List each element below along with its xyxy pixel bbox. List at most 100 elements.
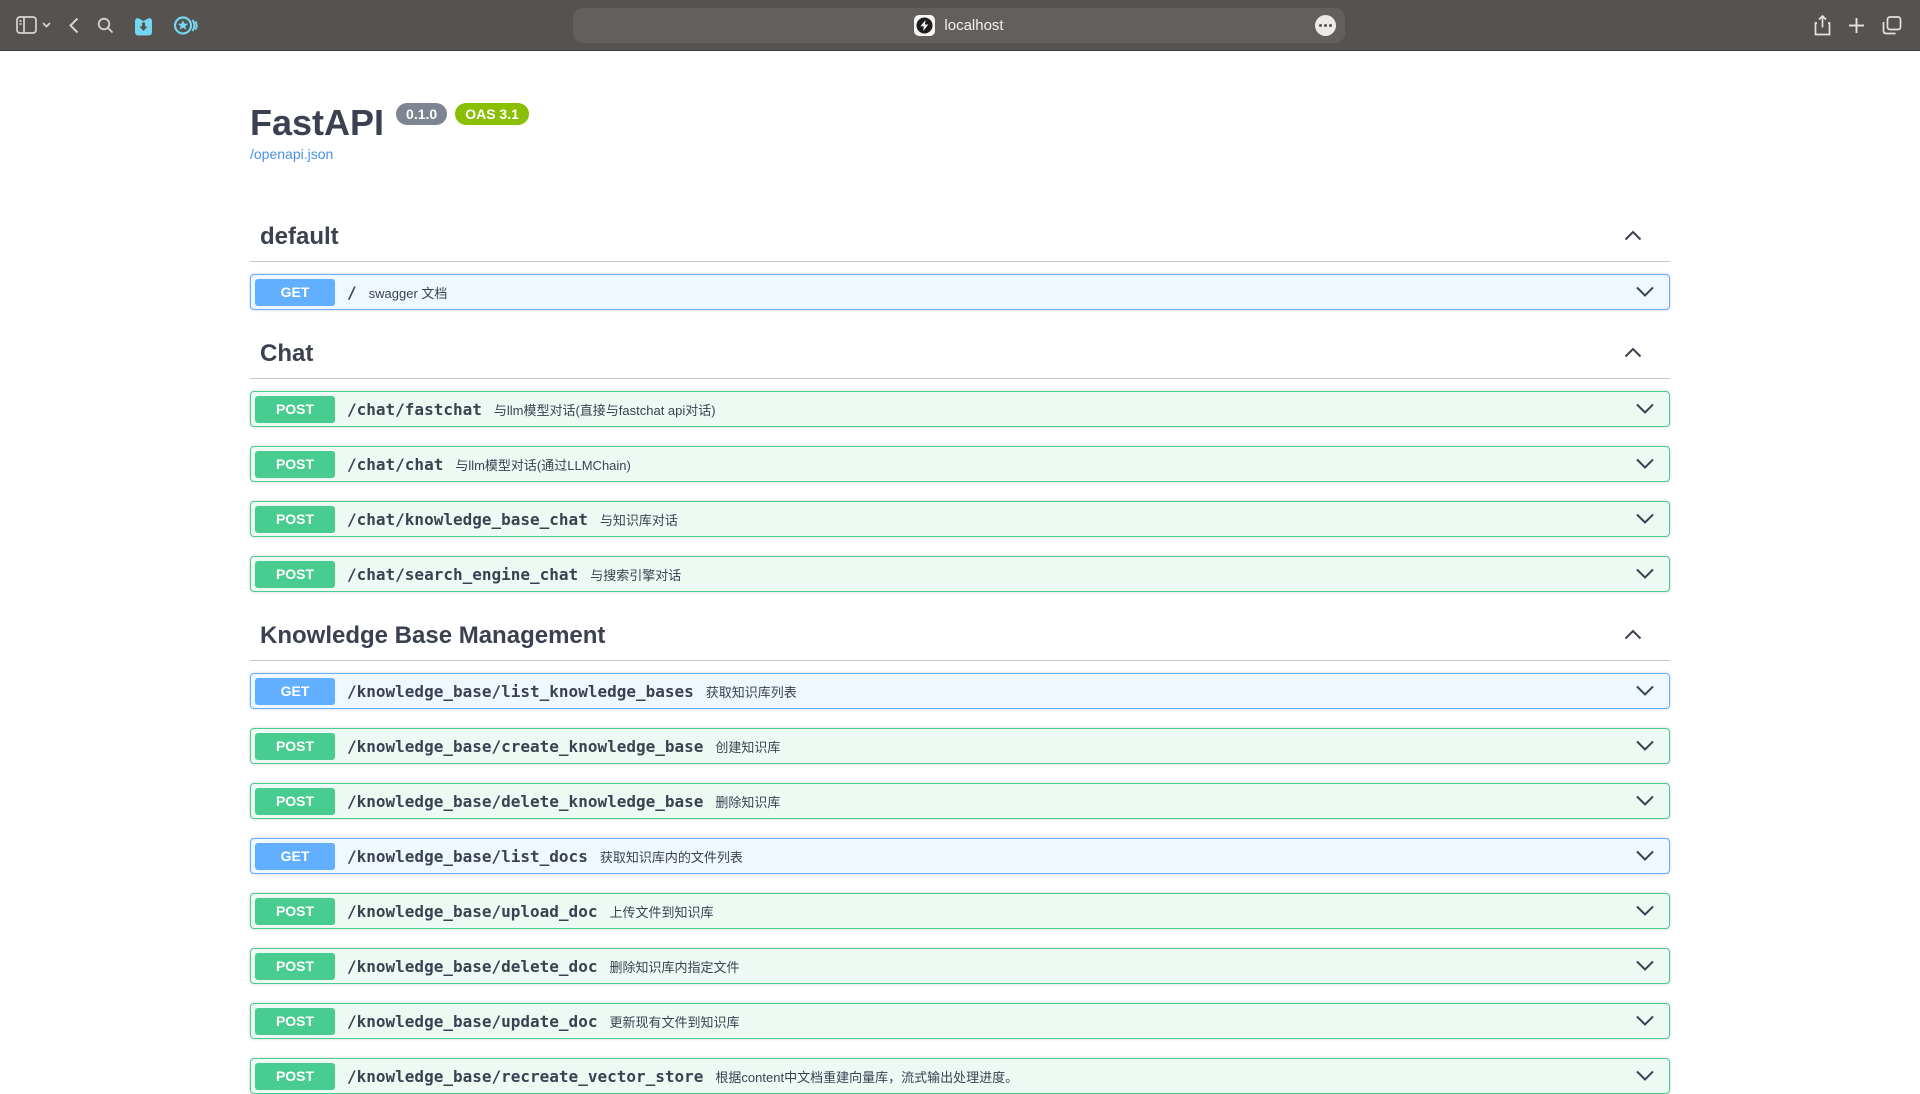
endpoint-description: 与搜索引擎对话 [590,565,681,584]
tag-section: Chat POST /chat/fastchat 与llm模型对话(直接与fas… [250,329,1670,592]
collapse-chevron-up-icon[interactable] [1624,627,1642,645]
expand-chevron-down-icon[interactable] [1635,1015,1655,1027]
endpoint-description: 根据content中文档重建向量库，流式输出处理进度。 [715,1067,1018,1086]
page-title: FastAPI 0.1.0 OAS 3.1 [250,101,1670,144]
section-header[interactable]: default [250,212,1670,262]
endpoint-description: 更新现有文件到知识库 [609,1012,739,1031]
endpoint-row[interactable]: POST /knowledge_base/recreate_vector_sto… [250,1058,1670,1094]
expand-chevron-down-icon[interactable] [1635,513,1655,525]
oas-badge: OAS 3.1 [455,103,529,125]
method-badge: POST [255,953,335,980]
method-badge: POST [255,561,335,588]
endpoint-description: 获取知识库内的文件列表 [600,847,743,866]
section-title: default [260,222,339,251]
endpoint-row[interactable]: POST /knowledge_base/delete_doc 删除知识库内指定… [250,948,1670,984]
sidebar-icon [16,16,37,34]
api-sections: default GET / swagger 文档 Chat [250,212,1670,1094]
endpoint-row[interactable]: POST /knowledge_base/delete_knowledge_ba… [250,783,1670,819]
endpoint-path: /chat/chat [347,455,443,474]
endpoint-description: 与知识库对话 [600,510,678,529]
expand-chevron-down-icon[interactable] [1635,905,1655,917]
method-badge: POST [255,733,335,760]
method-badge: GET [255,279,335,306]
method-badge: GET [255,843,335,870]
search-button[interactable] [97,17,114,34]
endpoint-row[interactable]: POST /chat/fastchat 与llm模型对话(直接与fastchat… [250,391,1670,427]
section-title: Knowledge Base Management [260,621,605,650]
method-badge: POST [255,451,335,478]
extension-button-1[interactable] [132,14,155,37]
endpoint-path: /knowledge_base/upload_doc [347,902,597,921]
endpoint-description: 与llm模型对话(通过LLMChain) [455,455,631,474]
expand-chevron-down-icon[interactable] [1635,685,1655,697]
expand-chevron-down-icon[interactable] [1635,568,1655,580]
endpoint-path: /knowledge_base/delete_knowledge_base [347,792,703,811]
endpoint-path: / [347,283,357,302]
section-endpoints: GET /knowledge_base/list_knowledge_bases… [250,661,1670,1094]
method-badge: POST [255,898,335,925]
version-badge: 0.1.0 [396,103,447,125]
search-icon [97,17,114,34]
page-more-button[interactable] [1315,15,1336,36]
tag-section: Knowledge Base Management GET /knowledge… [250,611,1670,1094]
expand-chevron-down-icon[interactable] [1635,795,1655,807]
share-icon [1814,15,1831,36]
swagger-page: FastAPI 0.1.0 OAS 3.1 /openapi.json defa… [230,51,1690,1094]
endpoint-row[interactable]: POST /knowledge_base/update_doc 更新现有文件到知… [250,1003,1670,1039]
endpoint-path: /knowledge_base/list_docs [347,847,588,866]
section-header[interactable]: Knowledge Base Management [250,611,1670,661]
api-title-text: FastAPI [250,101,384,144]
endpoint-description: 删除知识库 [715,792,780,811]
endpoint-row[interactable]: GET /knowledge_base/list_docs 获取知识库内的文件列… [250,838,1670,874]
browser-toolbar: localhost [0,0,1920,51]
endpoint-row[interactable]: GET /knowledge_base/list_knowledge_bases… [250,673,1670,709]
endpoint-path: /knowledge_base/create_knowledge_base [347,737,703,756]
collapse-chevron-up-icon[interactable] [1624,228,1642,246]
method-badge: GET [255,678,335,705]
endpoint-description: 获取知识库列表 [706,682,797,701]
endpoint-path: /knowledge_base/update_doc [347,1012,597,1031]
endpoint-description: 创建知识库 [715,737,780,756]
endpoint-path: /chat/knowledge_base_chat [347,510,588,529]
endpoint-path: /knowledge_base/list_knowledge_bases [347,682,694,701]
expand-chevron-down-icon[interactable] [1635,740,1655,752]
tab-overview-button[interactable] [1882,16,1902,35]
back-chevron-icon [69,17,79,34]
endpoint-path: /knowledge_base/delete_doc [347,957,597,976]
endpoint-path: /chat/fastchat [347,400,482,419]
openapi-spec-link[interactable]: /openapi.json [250,146,333,162]
new-tab-button[interactable] [1848,17,1865,34]
endpoint-path: /knowledge_base/recreate_vector_store [347,1067,703,1086]
collapse-chevron-up-icon[interactable] [1624,345,1642,363]
expand-chevron-down-icon[interactable] [1635,403,1655,415]
section-endpoints: POST /chat/fastchat 与llm模型对话(直接与fastchat… [250,379,1670,592]
endpoint-description: 删除知识库内指定文件 [609,957,739,976]
endpoint-row[interactable]: POST /knowledge_base/create_knowledge_ba… [250,728,1670,764]
endpoint-row[interactable]: POST /chat/search_engine_chat 与搜索引擎对话 [250,556,1670,592]
back-button[interactable] [69,17,79,34]
expand-chevron-down-icon[interactable] [1635,1070,1655,1082]
address-bar[interactable]: localhost [573,8,1345,43]
section-title: Chat [260,339,313,368]
endpoint-description: 与llm模型对话(直接与fastchat api对话) [494,400,716,419]
method-badge: POST [255,788,335,815]
method-badge: POST [255,396,335,423]
section-endpoints: GET / swagger 文档 [250,262,1670,310]
chevron-down-icon [42,22,51,28]
endpoint-row[interactable]: POST /chat/knowledge_base_chat 与知识库对话 [250,501,1670,537]
method-badge: POST [255,506,335,533]
endpoint-row[interactable]: GET / swagger 文档 [250,274,1670,310]
section-header[interactable]: Chat [250,329,1670,379]
expand-chevron-down-icon[interactable] [1635,458,1655,470]
share-button[interactable] [1814,15,1831,36]
expand-chevron-down-icon[interactable] [1635,960,1655,972]
tab-overview-icon [1882,16,1902,35]
radar-star-extension-icon [173,14,199,37]
endpoint-row[interactable]: POST /knowledge_base/upload_doc 上传文件到知识库 [250,893,1670,929]
sidebar-toggle-button[interactable] [16,16,51,34]
expand-chevron-down-icon[interactable] [1635,286,1655,298]
endpoint-row[interactable]: POST /chat/chat 与llm模型对话(通过LLMChain) [250,446,1670,482]
expand-chevron-down-icon[interactable] [1635,850,1655,862]
endpoint-path: /chat/search_engine_chat [347,565,578,584]
extension-button-2[interactable] [173,14,199,37]
